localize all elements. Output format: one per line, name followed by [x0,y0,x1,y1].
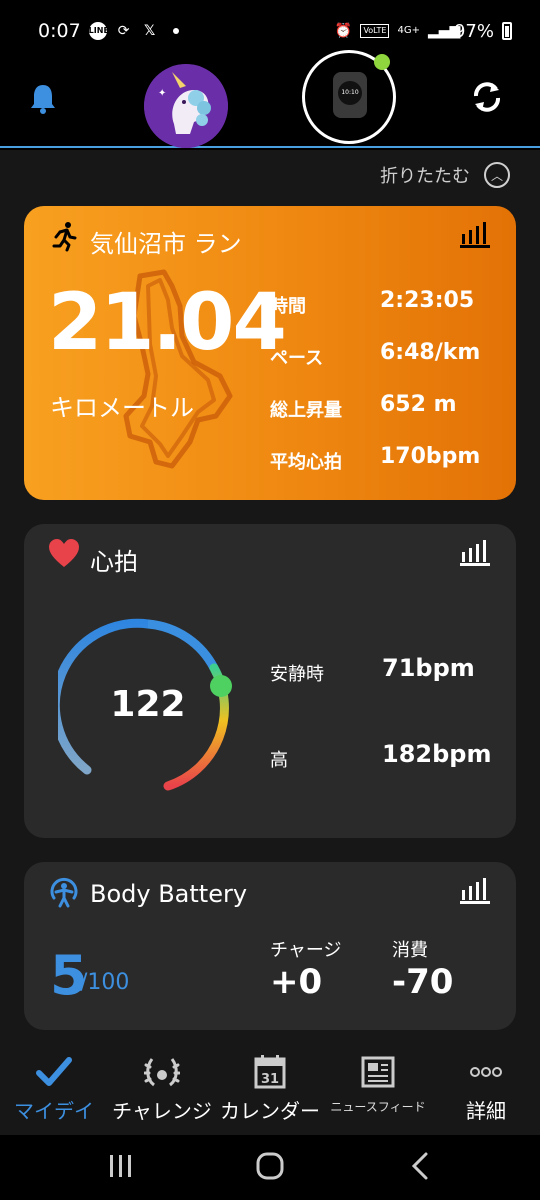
calendar-day: 31 [261,1072,279,1087]
x-app-icon: 𝕏 [144,23,156,39]
device-connected-indicator [374,54,390,70]
distance-unit: キロメートル [50,394,194,422]
resting-hr-value: 71bpm [382,654,475,682]
checkmark-icon [36,1057,72,1086]
line-app-icon: LINE [88,22,109,40]
high-hr-label: 高 [270,750,288,771]
notification-dot-icon [172,28,179,34]
charge-value: +0 [270,962,323,1002]
body-battery-icon [50,877,78,908]
bar-chart-icon[interactable] [460,538,490,566]
drain-label: 消費 [392,940,428,961]
alarm-icon: ⏰ [334,23,353,39]
nav-label: カレンダー [220,1099,320,1123]
chevron-up-icon: ︿ [484,162,510,188]
stat-value: 652 m [380,392,457,417]
sync-icon[interactable] [468,78,506,116]
svg-text:✦: ✦ [158,88,166,99]
recent-apps-icon[interactable] [104,1149,138,1183]
nav-label: チャレンジ [112,1099,212,1123]
collapse-label: 折りたたむ [380,166,470,187]
watch-screen-time: 10:10 [338,81,362,105]
running-icon [52,222,77,252]
stat-value: 170bpm [380,444,481,469]
laurel-icon [144,1058,180,1087]
sync-status-icon: ⟳ [117,23,130,39]
avatar[interactable]: ✦ [144,64,228,148]
body-battery-title: Body Battery [90,880,248,908]
app-header: ✦ 10:10 [0,50,540,148]
charge-label: チャージ [270,940,342,961]
stat-label: 時間 [270,296,306,317]
watch-icon[interactable]: 10:10 [333,72,367,118]
body-battery-max: /100 [80,970,130,995]
stat-value: 2:23:05 [380,288,475,313]
home-icon[interactable] [253,1149,287,1183]
stat-label: 平均心拍 [270,452,342,473]
bell-icon[interactable] [28,82,58,116]
bar-chart-icon[interactable] [460,220,490,248]
battery-percent: 97% [453,20,494,42]
back-icon[interactable] [404,1149,438,1183]
body-battery-card[interactable]: Body Battery 5 /100 チャージ +0 消費 -70 [24,862,516,1030]
resting-hr-label: 安静時 [270,664,324,685]
stat-row: 総上昇量 652 m [270,392,500,422]
nav-label: 詳細 [466,1099,506,1123]
bottom-nav: マイデイ チャレンジ 31 カレンダー ニュースフィード 詳細 [0,1043,540,1135]
nav-calendar[interactable]: 31 カレンダー [216,1043,324,1135]
stat-label: 総上昇量 [270,400,342,421]
activity-title: 気仙沼市 ラン [90,230,242,258]
stat-value: 6:48/km [380,340,481,365]
status-time: 0:07 [38,20,81,42]
network-type: 4G+ [397,25,420,36]
drain-value: -70 [392,962,454,1002]
volte-badge: VoLTE [360,24,390,38]
battery-icon [502,22,512,40]
current-heart-rate: 122 [110,684,186,725]
unicorn-avatar-icon: ✦ [144,64,228,148]
nav-challenges[interactable]: チャレンジ [108,1043,216,1135]
heart-rate-card[interactable]: 心拍 122 安静時 71bpm 高 182bpm [24,524,516,838]
heart-rate-title: 心拍 [90,548,138,576]
stat-row: 時間 2:23:05 [270,288,500,318]
signal-icon: ▂▄▆ [427,23,461,39]
stat-row: 平均心拍 170bpm [270,444,500,474]
activity-card[interactable]: 気仙沼市 ラン 21.04 キロメートル 時間 2:23:05 ペース 6:48… [24,206,516,500]
nav-label: ニュースフィード [330,1100,426,1114]
bar-chart-icon[interactable] [460,876,490,904]
system-nav-bar [0,1135,540,1200]
collapse-button[interactable]: 折りたたむ ︿ [380,162,510,188]
more-icon [470,1067,502,1077]
nav-newsfeed[interactable]: ニュースフィード [324,1043,432,1135]
nav-label: マイデイ [14,1099,94,1123]
high-hr-value: 182bpm [382,740,492,768]
nav-my-day[interactable]: マイデイ [0,1043,108,1135]
stat-label: ペース [270,348,324,369]
stat-row: ペース 6:48/km [270,340,500,370]
status-bar: 0:07 LINE ⟳ 𝕏 ⏰ VoLTE 4G+ ▂▄▆ 97% [0,0,540,62]
nav-more[interactable]: 詳細 [432,1043,540,1135]
distance-value: 21.04 [48,278,287,368]
heart-icon [49,539,79,567]
newspaper-icon [361,1056,395,1088]
my-day-content[interactable]: 折りたたむ ︿ 気仙沼市 ラン 21.04 キロメートル 時間 2:23:05 … [0,150,540,1043]
calendar-icon: 31 [254,1055,286,1089]
